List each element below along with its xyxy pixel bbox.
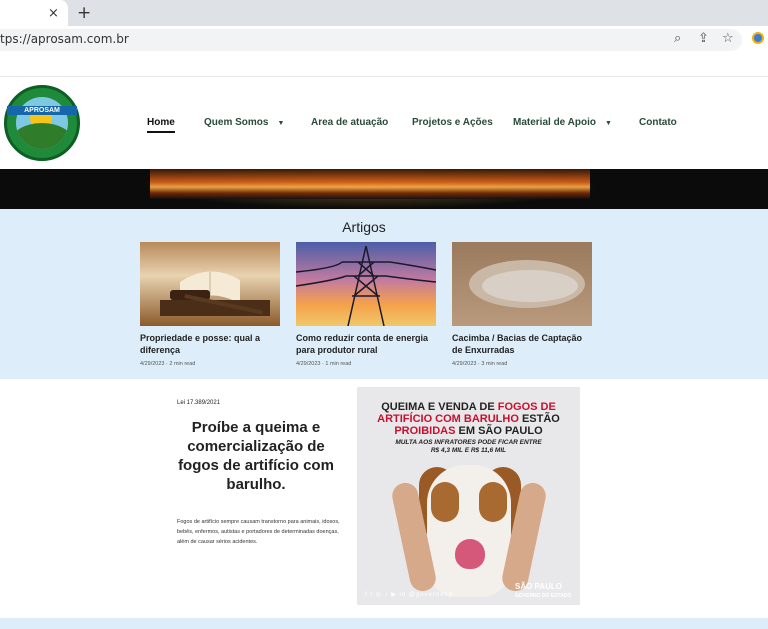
article-meta: 4/29/2023 · 3 min read <box>452 361 508 367</box>
zoom-icon[interactable]: ⌕ <box>674 31 681 46</box>
nav-home[interactable]: Home <box>147 117 175 133</box>
nav-material-de-apoio[interactable]: Material de Apoio ▼ <box>513 117 612 128</box>
power-tower-image <box>296 245 436 326</box>
fire-image <box>150 169 590 199</box>
nav-area-de-atuacao[interactable]: Area de atuação <box>311 117 388 128</box>
article-meta: 4/29/2023 · 1 min read <box>296 361 352 367</box>
hill-icon <box>16 123 68 149</box>
social-icons: f t ◎ ♪ ▶ in @governosp <box>365 592 453 598</box>
article-card[interactable]: Cacimba / Bacias de Captação de Enxurrad… <box>452 242 592 367</box>
article-card[interactable]: Como reduzir conta de energia para produ… <box>296 242 436 367</box>
nav-contato[interactable]: Contato <box>639 117 677 128</box>
article-card[interactable]: Propriedade e posse: qual a diferença 4/… <box>140 242 280 367</box>
logo-emblem <box>16 97 68 149</box>
nav-material-label: Material de Apoio <box>513 117 596 128</box>
nav-quem-somos-label: Quem Somos <box>204 117 269 128</box>
bookmark-star-icon[interactable]: ☆ <box>722 31 734 46</box>
dog-tongue <box>455 539 485 569</box>
article-title[interactable]: Como reduzir conta de energia para produ… <box>296 332 436 356</box>
close-tab-icon[interactable]: × <box>48 6 59 21</box>
poster-sub2: R$ 4,3 MIL E R$ 11,6 MIL <box>430 447 507 454</box>
poster-line1: QUEIMA E VENDA DE FOGOS DE <box>381 401 556 413</box>
article-meta: 4/29/2023 · 2 min read <box>140 361 196 367</box>
gavel-book-image <box>160 271 270 316</box>
dog-patch-left <box>431 482 459 522</box>
poster-sub1: MULTA AOS INFRATORES PODE FICAR ENTRE <box>395 439 542 446</box>
nav-quem-somos[interactable]: Quem Somos ▼ <box>204 117 284 128</box>
article-thumbnail[interactable] <box>452 242 592 326</box>
article-thumbnail[interactable] <box>140 242 280 326</box>
extension-icon[interactable] <box>752 32 764 44</box>
law-number: Lei 17.389/2021 <box>177 400 221 406</box>
article-thumbnail[interactable] <box>296 242 436 326</box>
new-tab-button[interactable]: + <box>77 3 91 23</box>
site-logo[interactable]: APROSAM <box>4 85 80 161</box>
dog-patch-right <box>479 482 507 522</box>
share-icon[interactable]: ⇪ <box>698 31 709 46</box>
nav-projetos-e-acoes[interactable]: Projetos e Ações <box>412 117 493 128</box>
hero-banner <box>0 169 768 209</box>
water-basin-image <box>469 260 585 308</box>
logo-text: APROSAM <box>7 106 77 115</box>
feature-headline: Proíbe a queima e comercialização de fog… <box>178 419 334 493</box>
poster-line3: PROIBIDAS EM SÃO PAULO <box>394 425 543 437</box>
feature-description: Fogos de artifício sempre causam transto… <box>177 519 340 545</box>
gov-sp-logo: SÃO PAULO GOVERNO DO ESTADO <box>515 582 572 600</box>
poster-line2: ARTIFÍCIO COM BARULHO ESTÃO <box>377 413 560 425</box>
article-title[interactable]: Propriedade e posse: qual a diferença <box>140 332 280 356</box>
chevron-down-icon: ▼ <box>604 120 612 127</box>
campaign-poster: QUEIMA E VENDA DE FOGOS DE ARTIFÍCIO COM… <box>357 387 580 605</box>
browser-tab[interactable]: × <box>0 0 68 26</box>
article-title[interactable]: Cacimba / Bacias de Captação de Enxurrad… <box>452 332 592 356</box>
url-text[interactable]: tps://aprosam.com.br <box>0 32 129 46</box>
chevron-down-icon: ▼ <box>277 120 285 127</box>
articles-heading: Artigos <box>342 219 386 235</box>
footer-strip <box>0 618 768 629</box>
header-divider <box>0 76 768 77</box>
browser-tab-bar: × + <box>0 0 768 26</box>
